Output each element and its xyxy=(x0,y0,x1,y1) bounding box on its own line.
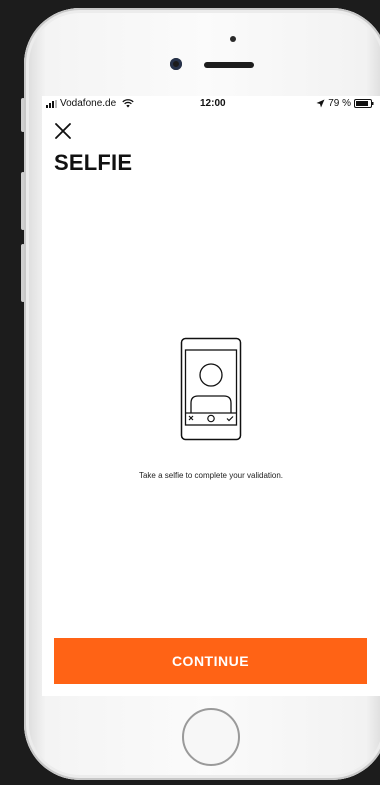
status-left: Vodafone.de xyxy=(46,98,134,109)
location-arrow-icon xyxy=(316,99,325,108)
carrier-label: Vodafone.de xyxy=(60,98,117,109)
app-stage: Vodafone.de 12:00 79 % SELFIE Take a sel… xyxy=(0,0,380,785)
front-camera xyxy=(170,58,182,70)
wifi-icon xyxy=(122,99,134,108)
status-bar: Vodafone.de 12:00 79 % xyxy=(42,96,380,112)
status-time: 12:00 xyxy=(200,98,226,109)
continue-button[interactable]: CONTINUE xyxy=(54,638,367,684)
battery-icon xyxy=(354,99,374,108)
signal-icon xyxy=(46,99,57,108)
close-icon[interactable] xyxy=(54,122,72,140)
proximity-sensor xyxy=(230,36,236,42)
phone-screen: Vodafone.de 12:00 79 % SELFIE Take a sel… xyxy=(42,96,380,696)
selfie-instruction: Take a selfie to complete your validatio… xyxy=(138,471,284,480)
earpiece-speaker xyxy=(204,62,254,68)
phone-selfie-icon xyxy=(180,337,242,441)
home-button[interactable] xyxy=(182,708,240,766)
page-title: SELFIE xyxy=(54,150,133,175)
battery-percent: 79 % xyxy=(328,98,351,109)
status-right: 79 % xyxy=(316,98,374,109)
